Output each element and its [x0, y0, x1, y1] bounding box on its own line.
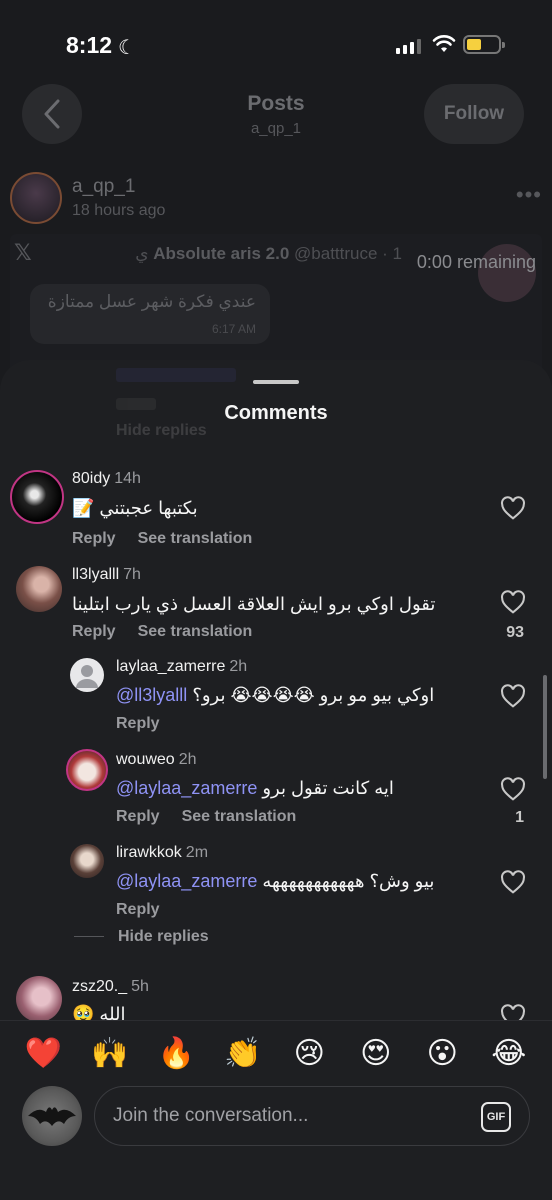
avatar[interactable]: [16, 566, 62, 612]
comment-input[interactable]: [113, 1087, 473, 1145]
reply-item: lirawkkok 2m @laylaa_zamerre بيو وش؟ هههه…: [0, 838, 552, 930]
bat-image-icon: [28, 1107, 76, 1126]
mention-link[interactable]: @laylaa_zamerre: [116, 871, 257, 891]
post-author-avatar[interactable]: [10, 172, 62, 224]
message-text: عندي فكرة شهر عسل ممتازة: [47, 292, 256, 311]
comment-item: ll3lyalll 7h تقول اوكي برو ايش العلاقة ال…: [0, 560, 552, 654]
reaction-clapping[interactable]: 👏: [223, 1038, 263, 1069]
reaction-crying[interactable]: 😢: [289, 1038, 329, 1069]
reply-button[interactable]: Reply: [72, 623, 116, 640]
post-page-background: 8:12 ☾ Posts a_qp_1 Follow a_qp_1 18 hou…: [0, 0, 552, 420]
mention-link[interactable]: @ll3lyalll: [116, 685, 187, 705]
reaction-heart[interactable]: ❤️: [23, 1038, 63, 1069]
comment-text: الله 🥹: [72, 1004, 126, 1020]
comment-time: 7h: [123, 566, 141, 583]
reply-item: wouweo 2h @laylaa_zamerre ايه كانت تقول ب…: [0, 745, 552, 837]
comments-list[interactable]: 80idy 14h بكتبها عجبتني 📝 Reply See transl…: [0, 460, 552, 1020]
hide-replies-button[interactable]: Hide replies: [74, 928, 209, 946]
like-count: 1: [515, 809, 524, 826]
comment-item: zsz20._ 5h الله 🥹: [0, 976, 552, 1020]
like-heart-icon[interactable]: [500, 590, 526, 614]
embedded-account-name: Absolute aris 2.0: [153, 244, 290, 263]
comment-username[interactable]: 80idy: [72, 470, 110, 487]
reaction-surprised[interactable]: 😮: [422, 1038, 462, 1069]
comment-text: ايه كانت تقول برو: [262, 778, 394, 798]
comment-username[interactable]: lirawkkok: [116, 844, 182, 861]
battery-icon: [463, 35, 505, 54]
x-logo-icon: 𝕏: [14, 240, 32, 265]
see-translation-button[interactable]: See translation: [138, 530, 253, 547]
current-user-avatar[interactable]: [22, 1086, 82, 1146]
sheet-drag-handle[interactable]: [253, 380, 299, 384]
scrollbar[interactable]: [543, 675, 547, 779]
embedded-tweet-header: Absolute aris 2.0 @batttruce · 1 ي: [135, 244, 402, 264]
reaction-heart-eyes[interactable]: 😍: [356, 1038, 396, 1069]
post-author-username[interactable]: a_qp_1: [72, 176, 135, 198]
comment-text: تقول اوكي برو ايش العلاقة العسل ذي يارب …: [72, 594, 436, 614]
wifi-icon: [432, 35, 456, 52]
top-nav: Posts a_qp_1 Follow: [0, 84, 552, 148]
mention-link[interactable]: @laylaa_zamerre: [116, 778, 257, 798]
like-heart-icon[interactable]: [500, 1004, 526, 1020]
comments-sheet: Hide replies Comments 80idy 14h بكتبها عج…: [0, 360, 552, 1200]
like-heart-icon[interactable]: [500, 870, 526, 894]
video-remaining-time: 0:00 remaining: [416, 252, 536, 272]
comment-time: 5h: [131, 978, 149, 995]
comment-text: اوكي بيو مو برو 😭😭😭😭 برو؟: [192, 685, 435, 705]
comment-time: 2m: [185, 844, 209, 861]
cellular-signal-icon: [396, 38, 421, 54]
comment-username[interactable]: wouweo: [116, 751, 175, 768]
clock: 8:12: [66, 32, 113, 58]
avatar[interactable]: [70, 844, 104, 878]
sheet-title: Comments: [224, 402, 328, 424]
comment-username[interactable]: laylaa_zamerre: [116, 658, 225, 675]
comment-time: 14h: [114, 470, 141, 487]
reply-button[interactable]: Reply: [72, 530, 116, 547]
avatar[interactable]: [10, 470, 64, 524]
avatar[interactable]: [16, 976, 62, 1020]
comment-username[interactable]: zsz20._: [72, 978, 127, 995]
post-timestamp: 18 hours ago: [72, 202, 166, 219]
focus-moon-icon: ☾: [118, 37, 136, 59]
comment-text: بكتبها عجبتني 📝: [72, 498, 198, 518]
like-heart-icon[interactable]: [500, 684, 526, 708]
comment-item: 80idy 14h بكتبها عجبتني 📝 Reply See transl…: [0, 460, 552, 554]
reaction-raised-hands[interactable]: 🙌: [90, 1038, 130, 1069]
avatar[interactable]: [66, 749, 108, 791]
reply-button[interactable]: Reply: [116, 901, 160, 918]
like-count: 93: [506, 624, 524, 641]
comment-time: 2h: [178, 751, 197, 768]
reaction-laughing[interactable]: 😂: [489, 1038, 529, 1069]
follow-button[interactable]: Follow: [424, 84, 524, 144]
avatar[interactable]: [70, 658, 104, 692]
comment-composer: GIF: [0, 1086, 552, 1200]
reply-item: laylaa_zamerre 2h @ll3lyalll اوكي بيو مو …: [0, 652, 552, 744]
default-avatar-icon: [76, 665, 98, 688]
status-bar: 8:12 ☾: [0, 0, 552, 90]
like-heart-icon[interactable]: [500, 777, 526, 801]
post-header: a_qp_1 18 hours ago •••: [10, 172, 550, 224]
comment-text: بيو وش؟ هههههههههههه: [262, 871, 435, 891]
comment-input-wrapper: GIF: [94, 1086, 530, 1146]
see-translation-button[interactable]: See translation: [138, 623, 253, 640]
message-time: 6:17 AM: [211, 322, 256, 336]
reply-button[interactable]: Reply: [116, 715, 160, 732]
quick-reactions-bar: ❤️ 🙌 🔥 👏 😢 😍 😮 😂: [0, 1020, 552, 1086]
reply-button[interactable]: Reply: [116, 808, 160, 825]
more-options-icon[interactable]: •••: [516, 182, 542, 208]
reaction-fire[interactable]: 🔥: [156, 1038, 196, 1069]
see-translation-button[interactable]: See translation: [182, 808, 297, 825]
message-bubble: عندي فكرة شهر عسل ممتازة 6:17 AM: [30, 284, 270, 344]
gif-button[interactable]: GIF: [481, 1102, 511, 1132]
comment-time: 2h: [229, 658, 248, 675]
like-heart-icon[interactable]: [500, 496, 526, 520]
comment-username[interactable]: ll3lyalll: [72, 566, 119, 583]
